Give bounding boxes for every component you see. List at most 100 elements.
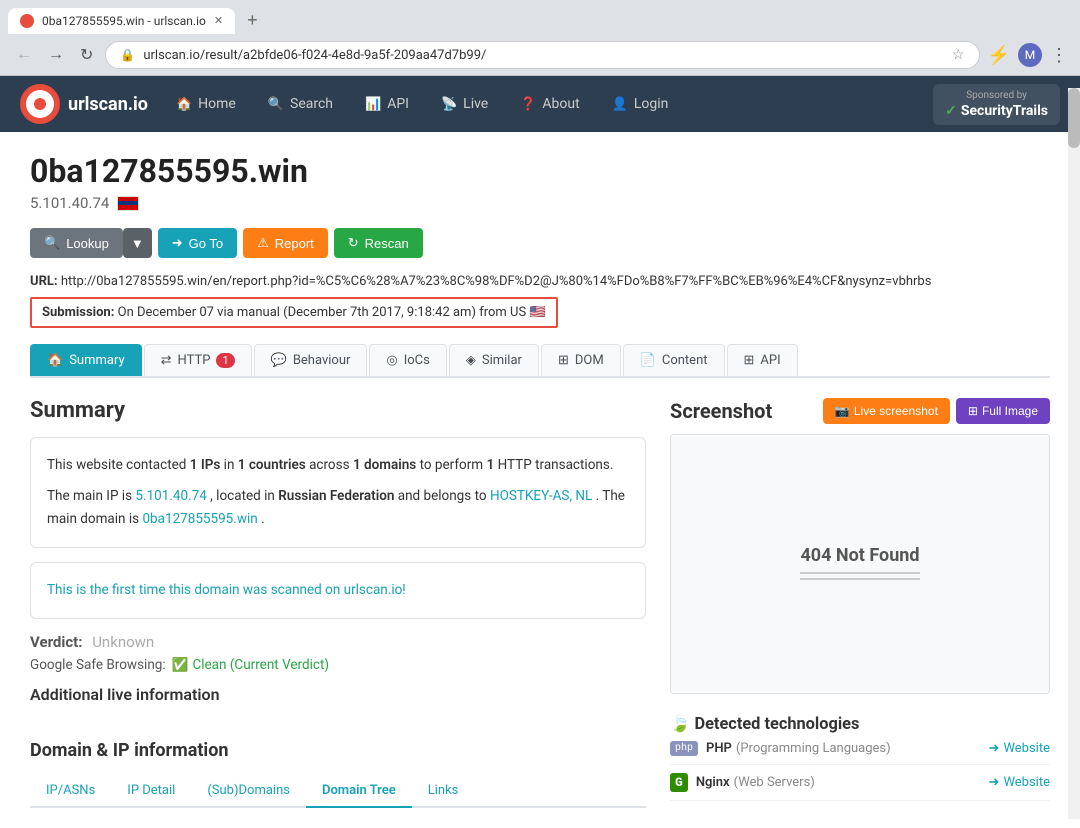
sponsored-label: Sponsored by xyxy=(966,90,1027,101)
first-scan-text: This is the first time this domain was s… xyxy=(47,582,406,598)
domain-tab-ipdetail[interactable]: IP Detail xyxy=(111,775,191,808)
http-count: 1 xyxy=(487,457,495,473)
tab-api[interactable]: ⊞ API xyxy=(727,344,798,376)
http-badge: 1 xyxy=(216,353,234,368)
tab-content[interactable]: 📄 Content xyxy=(623,344,725,376)
http-icon: ⇄ xyxy=(161,353,172,368)
php-name: PHP xyxy=(706,741,732,756)
logo-dot xyxy=(34,98,46,110)
gsb-status: ✅ Clean (Current Verdict) xyxy=(172,657,329,673)
nav-api[interactable]: 📊 API xyxy=(351,88,423,120)
summary-heading: Summary xyxy=(30,398,646,423)
back-button[interactable]: ← xyxy=(12,42,36,68)
tab-summary[interactable]: 🏠 Summary xyxy=(30,344,142,376)
screenshot-section: Screenshot 📷 Live screenshot ⊞ Full Imag… xyxy=(670,398,1050,694)
domain-tab-domaintree[interactable]: Domain Tree xyxy=(306,775,412,808)
submission-box: Submission: On December 07 via manual (D… xyxy=(30,297,558,328)
scrollbar-track[interactable] xyxy=(1068,88,1080,819)
nav-about-label: About xyxy=(542,96,579,112)
rescan-button[interactable]: ↻ Rescan xyxy=(334,228,423,258)
search-icon: 🔍 xyxy=(268,97,284,112)
domain-link[interactable]: 0ba127855595.win xyxy=(142,511,257,527)
screenshot-placeholder: 404 Not Found xyxy=(800,545,920,584)
info-icon: ❓ xyxy=(520,97,536,112)
screenshot-actions: 📷 Live screenshot ⊞ Full Image xyxy=(823,398,1050,424)
main-ip-link[interactable]: 5.101.40.74 xyxy=(135,488,206,504)
logo-inner xyxy=(26,90,54,118)
screenshot-title: Screenshot xyxy=(670,399,772,423)
content-grid: Summary This website contacted 1 IPs in … xyxy=(30,398,1050,808)
domain-tab-ipasns[interactable]: IP/ASNs xyxy=(30,775,111,808)
chat-icon: 💬 xyxy=(271,353,287,368)
goto-button[interactable]: ➜ Go To xyxy=(158,228,237,258)
leaf-icon: 🍃 xyxy=(670,714,690,733)
tab-http[interactable]: ⇄ HTTP 1 xyxy=(144,344,252,376)
logo[interactable]: urlscan.io xyxy=(20,84,148,124)
tab-close-button[interactable]: ✕ xyxy=(214,14,223,27)
nav-about[interactable]: ❓ About xyxy=(506,88,593,120)
screenshot-frame: 404 Not Found xyxy=(670,434,1050,694)
nav-api-label: API xyxy=(387,96,409,112)
similar-icon: ◈ xyxy=(466,353,476,368)
report-button[interactable]: ⚠ Report xyxy=(243,228,328,258)
scrollbar-thumb[interactable] xyxy=(1068,88,1080,148)
tab-favicon xyxy=(20,14,34,28)
summary-box: This website contacted 1 IPs in 1 countr… xyxy=(30,437,646,548)
asn-link[interactable]: HOSTKEY-AS, NL xyxy=(490,488,592,504)
logo-icon xyxy=(20,84,60,124)
gsb-label: Google Safe Browsing: ✅ Clean (Current V… xyxy=(30,657,646,673)
countries-count: 1 countries xyxy=(238,457,306,473)
bookmark-icon[interactable]: ☆ xyxy=(952,47,965,63)
url-info: URL: http://0ba127855595.win/en/report.p… xyxy=(30,274,1050,289)
warning-icon: ⚠ xyxy=(257,235,269,251)
check-icon: ✓ xyxy=(945,103,957,119)
contact-text: This website contacted xyxy=(47,457,186,473)
nav-live[interactable]: 📡 Live xyxy=(427,88,502,120)
full-image-button[interactable]: ⊞ Full Image xyxy=(956,398,1050,424)
domain-tab-links[interactable]: Links xyxy=(412,775,475,808)
browser-tab[interactable]: 0ba127855595.win - urlscan.io ✕ xyxy=(8,8,235,34)
menu-icon[interactable]: ⋮ xyxy=(1050,45,1068,66)
nav-search[interactable]: 🔍 Search xyxy=(254,88,347,120)
tab-iocs[interactable]: ◎ IoCs xyxy=(369,344,446,376)
right-column: Screenshot 📷 Live screenshot ⊞ Full Imag… xyxy=(670,398,1050,808)
domain-tab-subdomains[interactable]: (Sub)Domains xyxy=(191,775,306,808)
nginx-website-link[interactable]: ➜ Website xyxy=(989,775,1050,790)
live-screenshot-button[interactable]: 📷 Live screenshot xyxy=(823,398,950,424)
ips-count: 1 IPs xyxy=(190,457,221,473)
dom-icon: ⊞ xyxy=(558,353,569,368)
page-title: 0ba127855595.win xyxy=(30,152,1050,190)
refresh-icon: ↻ xyxy=(348,235,359,251)
navbar: urlscan.io 🏠 Home 🔍 Search 📊 API 📡 Live … xyxy=(0,76,1080,132)
tab-similar[interactable]: ◈ Similar xyxy=(449,344,539,376)
extensions-icon[interactable]: ⚡ xyxy=(988,45,1010,66)
nav-live-label: Live xyxy=(463,96,488,112)
wifi-icon: 📡 xyxy=(441,97,457,112)
target-icon: ◎ xyxy=(386,353,397,368)
nginx-name: Nginx xyxy=(696,775,730,790)
nav-home[interactable]: 🏠 Home xyxy=(162,88,250,120)
tab-behaviour[interactable]: 💬 Behaviour xyxy=(254,344,368,376)
php-badge: php xyxy=(670,741,698,756)
nav-home-label: Home xyxy=(198,96,236,112)
refresh-button[interactable]: ↻ xyxy=(76,41,97,69)
lookup-button[interactable]: 🔍 Lookup xyxy=(30,228,123,258)
nav-login-label: Login xyxy=(634,96,669,112)
lookup-dropdown-button[interactable]: ▼ xyxy=(123,228,152,258)
tab-dom[interactable]: ⊞ DOM xyxy=(541,344,621,376)
brand-name: ✓ SecurityTrails xyxy=(945,103,1048,119)
tech-heading: 🍃 Detected technologies xyxy=(670,714,1050,733)
arrow-icon: ➜ xyxy=(989,775,1000,790)
nav-login[interactable]: 👤 Login xyxy=(598,88,683,120)
nginx-sub: (Web Servers) xyxy=(734,775,815,790)
php-website-link[interactable]: ➜ Website xyxy=(989,741,1050,756)
forward-button[interactable]: → xyxy=(44,42,68,68)
new-tab-button[interactable]: + xyxy=(239,6,266,35)
tab-title: 0ba127855595.win - urlscan.io xyxy=(42,14,206,28)
profile-icon[interactable]: M xyxy=(1018,43,1042,67)
ip-line: 5.101.40.74 xyxy=(30,194,1050,212)
camera-icon: 📷 xyxy=(835,404,850,418)
address-bar[interactable]: 🔒 urlscan.io/result/a2bfde06-f024-4e8d-9… xyxy=(105,41,979,69)
check-circle-icon: ✅ xyxy=(172,657,189,673)
logo-text: urlscan.io xyxy=(68,94,148,115)
